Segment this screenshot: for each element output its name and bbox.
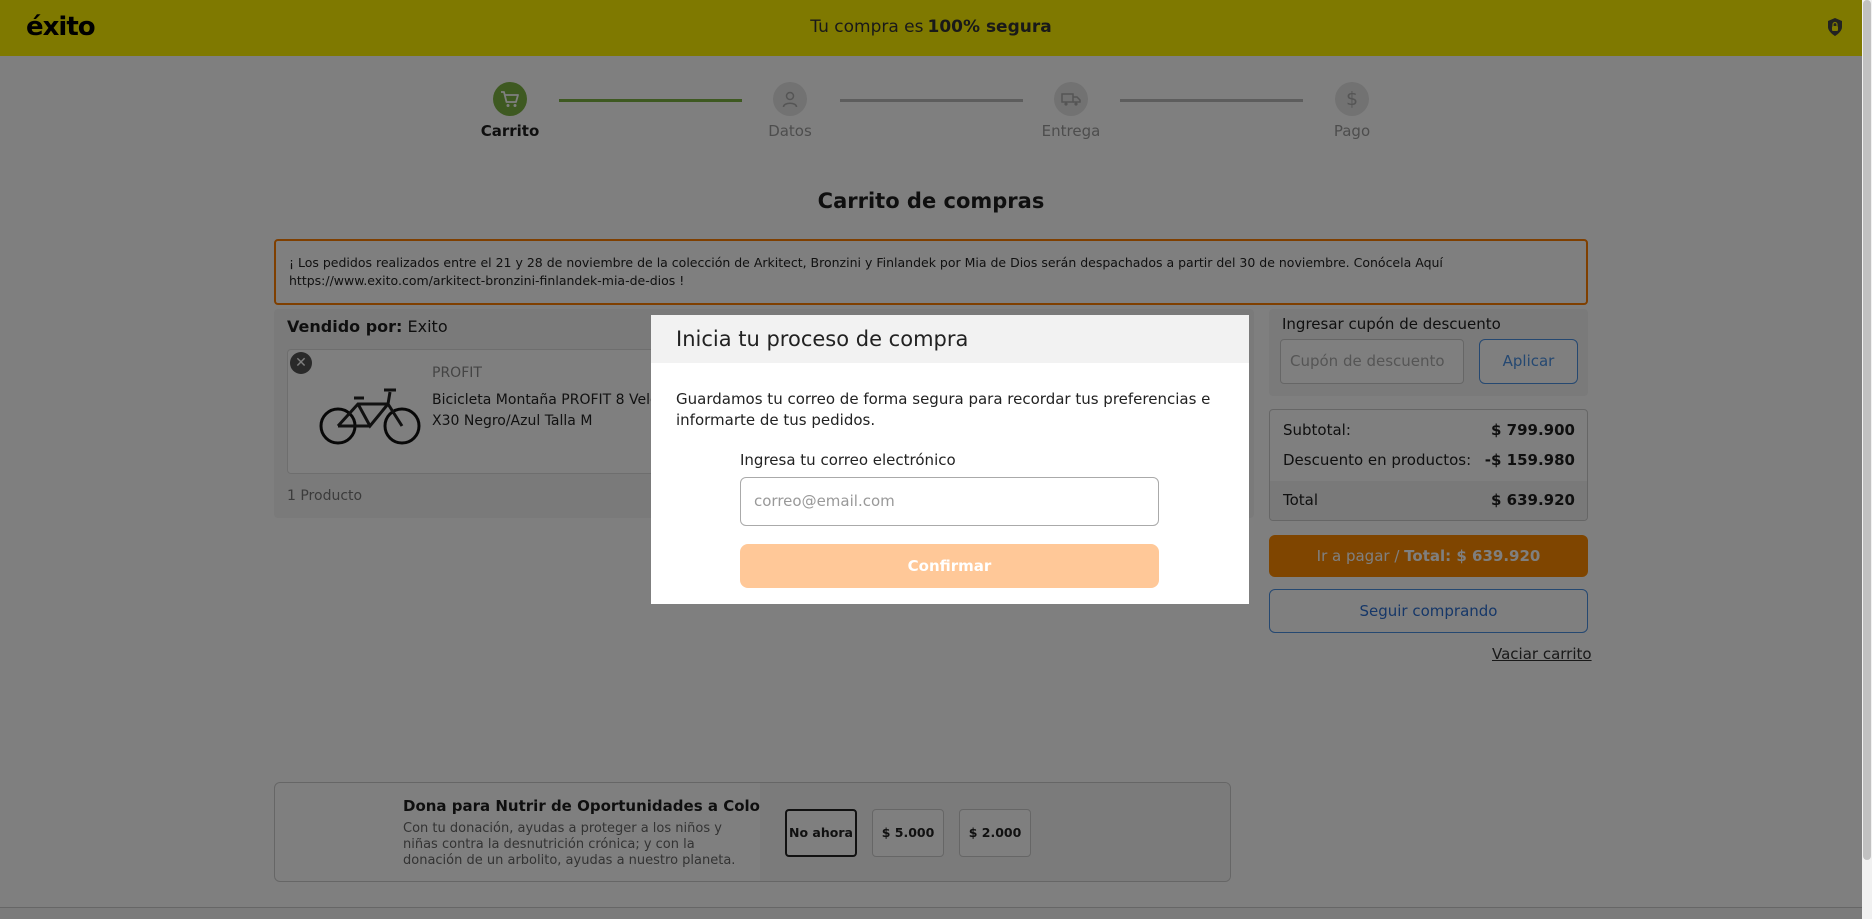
email-input[interactable]: correo@email.com xyxy=(740,477,1159,526)
scrollbar-thumb[interactable] xyxy=(1863,0,1871,860)
modal-header: Inicia tu proceso de compra xyxy=(651,315,1249,363)
page-scrollbar[interactable] xyxy=(1862,0,1872,919)
email-modal: Inicia tu proceso de compra Guardamos tu… xyxy=(651,315,1249,604)
modal-description: Guardamos tu correo de forma segura para… xyxy=(676,390,1211,429)
modal-title: Inicia tu proceso de compra xyxy=(676,327,969,351)
email-label: Ingresa tu correo electrónico xyxy=(740,451,956,469)
confirm-button[interactable]: Confirmar xyxy=(740,544,1159,588)
